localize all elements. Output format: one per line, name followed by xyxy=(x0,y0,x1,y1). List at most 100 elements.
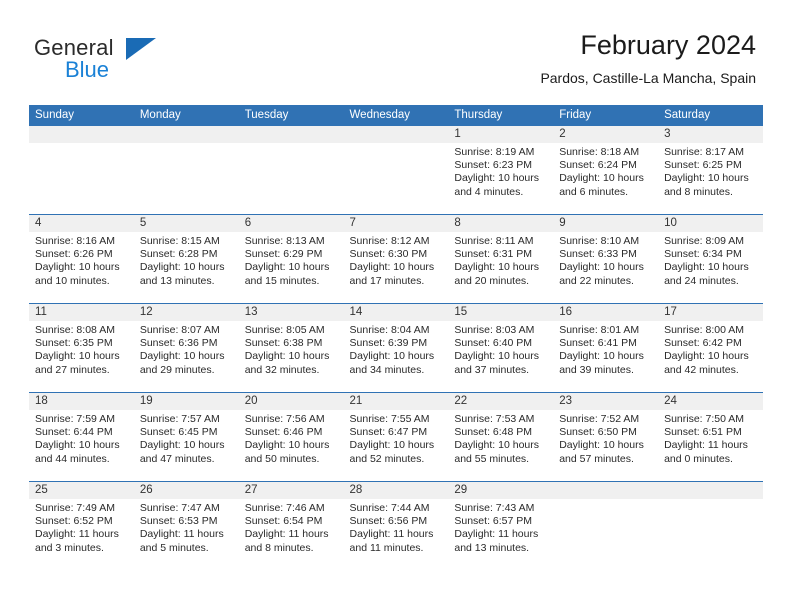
calendar-cell-day[interactable]: 29 Sunrise: 7:43 AM Sunset: 6:57 PM Dayligh… xyxy=(448,481,554,570)
calendar-cell-day[interactable]: 28 Sunrise: 7:44 AM Sunset: 6:56 PM Dayligh… xyxy=(343,481,449,570)
day-number: 21 xyxy=(343,393,449,410)
calendar-cell-day[interactable]: 9 Sunrise: 8:10 AM Sunset: 6:33 PM Daylight… xyxy=(553,214,659,304)
calendar-cell-day[interactable]: 22 Sunrise: 7:53 AM Sunset: 6:48 PM Dayligh… xyxy=(448,392,554,482)
daylight-text-line1: Daylight: 10 hours xyxy=(139,439,225,452)
calendar-week-row: 4 Sunrise: 8:16 AM Sunset: 6:26 PM Daylight… xyxy=(29,214,763,304)
day-number: 29 xyxy=(448,482,554,499)
calendar-cell-day[interactable]: 4 Sunrise: 8:16 AM Sunset: 6:26 PM Daylight… xyxy=(29,214,134,304)
day-cell: 3 Sunrise: 8:17 AM Sunset: 6:25 PM Daylight… xyxy=(658,126,763,214)
day-number: 3 xyxy=(658,126,763,143)
day-details: Sunrise: 8:07 AM Sunset: 6:36 PM Daylight:… xyxy=(134,321,239,377)
day-number xyxy=(133,126,239,143)
calendar-cell-day[interactable]: 19 Sunrise: 7:57 AM Sunset: 6:45 PM Dayligh… xyxy=(133,392,239,482)
weekday-header-wednesday: Wednesday xyxy=(343,105,449,126)
calendar-cell-day[interactable]: 1 Sunrise: 8:19 AM Sunset: 6:23 PM Daylight… xyxy=(448,126,554,215)
calendar-week-row: 18 Sunrise: 7:59 AM Sunset: 6:44 PM Dayligh… xyxy=(29,392,763,482)
daylight-text-line2: and 37 minutes. xyxy=(454,363,530,376)
sunrise-text: Sunrise: 8:13 AM xyxy=(244,235,325,247)
daylight-text-line2: and 8 minutes. xyxy=(664,185,733,198)
calendar-cell-day[interactable]: 2 Sunrise: 8:18 AM Sunset: 6:24 PM Daylight… xyxy=(553,126,659,215)
daylight-text-line1: Daylight: 10 hours xyxy=(244,350,330,363)
calendar-cell-day[interactable]: 15 Sunrise: 8:03 AM Sunset: 6:40 PM Dayligh… xyxy=(448,303,554,393)
daylight-text-line1: Daylight: 10 hours xyxy=(664,172,749,185)
day-details: Sunrise: 7:55 AM Sunset: 6:47 PM Daylight:… xyxy=(344,410,449,466)
daylight-text-line2: and 24 minutes. xyxy=(664,274,739,287)
day-cell xyxy=(238,126,344,214)
daylight-text-line2: and 13 minutes. xyxy=(454,541,530,554)
day-details: Sunrise: 8:11 AM Sunset: 6:31 PM Daylight:… xyxy=(448,232,553,288)
sunrise-text: Sunrise: 7:49 AM xyxy=(35,502,115,514)
day-number xyxy=(29,126,134,143)
daylight-text-line2: and 22 minutes. xyxy=(559,274,634,287)
day-cell: 26 Sunrise: 7:47 AM Sunset: 6:53 PM Dayligh… xyxy=(133,482,239,570)
calendar-cell-day[interactable]: 23 Sunrise: 7:52 AM Sunset: 6:50 PM Dayligh… xyxy=(553,392,659,482)
sunset-text: Sunset: 6:34 PM xyxy=(664,248,742,261)
day-details: Sunrise: 7:53 AM Sunset: 6:48 PM Daylight:… xyxy=(448,410,553,466)
daylight-text-line1: Daylight: 11 hours xyxy=(35,528,119,541)
day-cell: 13 Sunrise: 8:05 AM Sunset: 6:38 PM Dayligh… xyxy=(238,304,344,392)
calendar-cell-day[interactable]: 12 Sunrise: 8:07 AM Sunset: 6:36 PM Dayligh… xyxy=(133,303,239,393)
calendar-cell-day[interactable]: 11 Sunrise: 8:08 AM Sunset: 6:35 PM Dayligh… xyxy=(29,303,134,393)
sunset-text: Sunset: 6:23 PM xyxy=(454,159,533,172)
calendar-cell-day[interactable]: 18 Sunrise: 7:59 AM Sunset: 6:44 PM Dayligh… xyxy=(29,392,134,482)
calendar-cell-day[interactable]: 24 Sunrise: 7:50 AM Sunset: 6:51 PM Dayligh… xyxy=(658,392,763,482)
sunset-text: Sunset: 6:28 PM xyxy=(139,248,218,261)
sunset-text: Sunset: 6:39 PM xyxy=(349,337,428,350)
calendar-cell-day[interactable]: 26 Sunrise: 7:47 AM Sunset: 6:53 PM Dayligh… xyxy=(133,481,239,570)
day-number: 20 xyxy=(238,393,344,410)
sunset-text: Sunset: 6:41 PM xyxy=(559,337,637,350)
daylight-text-line2: and 44 minutes. xyxy=(35,452,110,465)
daylight-text-line2: and 13 minutes. xyxy=(139,274,215,287)
page-subtitle: Pardos, Castille-La Mancha, Spain xyxy=(540,70,756,86)
calendar-cell-day[interactable]: 14 Sunrise: 8:04 AM Sunset: 6:39 PM Dayligh… xyxy=(343,303,449,393)
day-cell: 17 Sunrise: 8:00 AM Sunset: 6:42 PM Dayligh… xyxy=(658,304,763,392)
day-number: 7 xyxy=(343,215,449,232)
calendar-cell-day[interactable]: 3 Sunrise: 8:17 AM Sunset: 6:25 PM Daylight… xyxy=(658,126,763,215)
daylight-text-line1: Daylight: 10 hours xyxy=(559,172,644,185)
day-number: 16 xyxy=(553,304,659,321)
sunrise-text: Sunrise: 8:10 AM xyxy=(559,235,640,247)
sunset-text: Sunset: 6:54 PM xyxy=(244,515,323,528)
calendar-cell-day[interactable]: 17 Sunrise: 8:00 AM Sunset: 6:42 PM Dayligh… xyxy=(658,303,763,393)
day-number xyxy=(238,126,344,143)
daylight-text-line1: Daylight: 10 hours xyxy=(559,261,644,274)
calendar-cell-day[interactable]: 27 Sunrise: 7:46 AM Sunset: 6:54 PM Dayligh… xyxy=(238,481,344,570)
calendar-cell-day[interactable]: 20 Sunrise: 7:56 AM Sunset: 6:46 PM Dayligh… xyxy=(238,392,344,482)
daylight-text-line1: Daylight: 10 hours xyxy=(559,439,644,452)
day-cell: 15 Sunrise: 8:03 AM Sunset: 6:40 PM Dayligh… xyxy=(448,304,554,392)
day-number: 27 xyxy=(238,482,344,499)
sunset-text: Sunset: 6:33 PM xyxy=(559,248,637,261)
calendar-cell-day[interactable]: 6 Sunrise: 8:13 AM Sunset: 6:29 PM Daylight… xyxy=(238,214,344,304)
day-details: Sunrise: 7:57 AM Sunset: 6:45 PM Daylight:… xyxy=(134,410,239,466)
calendar-cell-day[interactable]: 7 Sunrise: 8:12 AM Sunset: 6:30 PM Daylight… xyxy=(343,214,449,304)
daylight-text-line1: Daylight: 10 hours xyxy=(664,350,749,363)
daylight-text-line1: Daylight: 10 hours xyxy=(35,439,120,452)
sunrise-text: Sunrise: 8:15 AM xyxy=(139,235,220,247)
sunset-text: Sunset: 6:52 PM xyxy=(35,515,113,528)
calendar-cell-day[interactable]: 8 Sunrise: 8:11 AM Sunset: 6:31 PM Daylight… xyxy=(448,214,554,304)
sunset-text: Sunset: 6:47 PM xyxy=(349,426,428,439)
day-cell: 11 Sunrise: 8:08 AM Sunset: 6:35 PM Dayligh… xyxy=(29,304,134,392)
day-details: Sunrise: 7:43 AM Sunset: 6:57 PM Daylight:… xyxy=(448,499,553,555)
daylight-text-line2: and 34 minutes. xyxy=(349,363,425,376)
day-number: 9 xyxy=(553,215,659,232)
day-cell: 18 Sunrise: 7:59 AM Sunset: 6:44 PM Dayligh… xyxy=(29,393,134,481)
calendar-cell-day[interactable]: 13 Sunrise: 8:05 AM Sunset: 6:38 PM Dayligh… xyxy=(238,303,344,393)
day-details: Sunrise: 7:56 AM Sunset: 6:46 PM Daylight:… xyxy=(239,410,344,466)
day-number: 11 xyxy=(29,304,134,321)
daylight-text-line1: Daylight: 11 hours xyxy=(454,528,539,541)
calendar-cell-day[interactable]: 16 Sunrise: 8:01 AM Sunset: 6:41 PM Dayligh… xyxy=(553,303,659,393)
calendar-cell-day[interactable]: 5 Sunrise: 8:15 AM Sunset: 6:28 PM Daylight… xyxy=(133,214,239,304)
day-details: Sunrise: 8:15 AM Sunset: 6:28 PM Daylight:… xyxy=(134,232,239,288)
calendar-cell-day[interactable]: 21 Sunrise: 7:55 AM Sunset: 6:47 PM Dayligh… xyxy=(343,392,449,482)
brand-logo[interactable]: General Blue xyxy=(34,36,234,94)
day-details: Sunrise: 7:52 AM Sunset: 6:50 PM Daylight:… xyxy=(553,410,658,466)
sunrise-text: Sunrise: 7:44 AM xyxy=(349,502,430,514)
day-details: Sunrise: 8:13 AM Sunset: 6:29 PM Daylight:… xyxy=(239,232,344,288)
sunset-text: Sunset: 6:31 PM xyxy=(454,248,533,261)
calendar-cell-day[interactable]: 25 Sunrise: 7:49 AM Sunset: 6:52 PM Dayligh… xyxy=(29,481,134,570)
daylight-text-line2: and 52 minutes. xyxy=(349,452,425,465)
daylight-text-line2: and 3 minutes. xyxy=(35,541,104,554)
daylight-text-line2: and 47 minutes. xyxy=(139,452,215,465)
calendar-cell-day[interactable]: 10 Sunrise: 8:09 AM Sunset: 6:34 PM Dayligh… xyxy=(658,214,763,304)
